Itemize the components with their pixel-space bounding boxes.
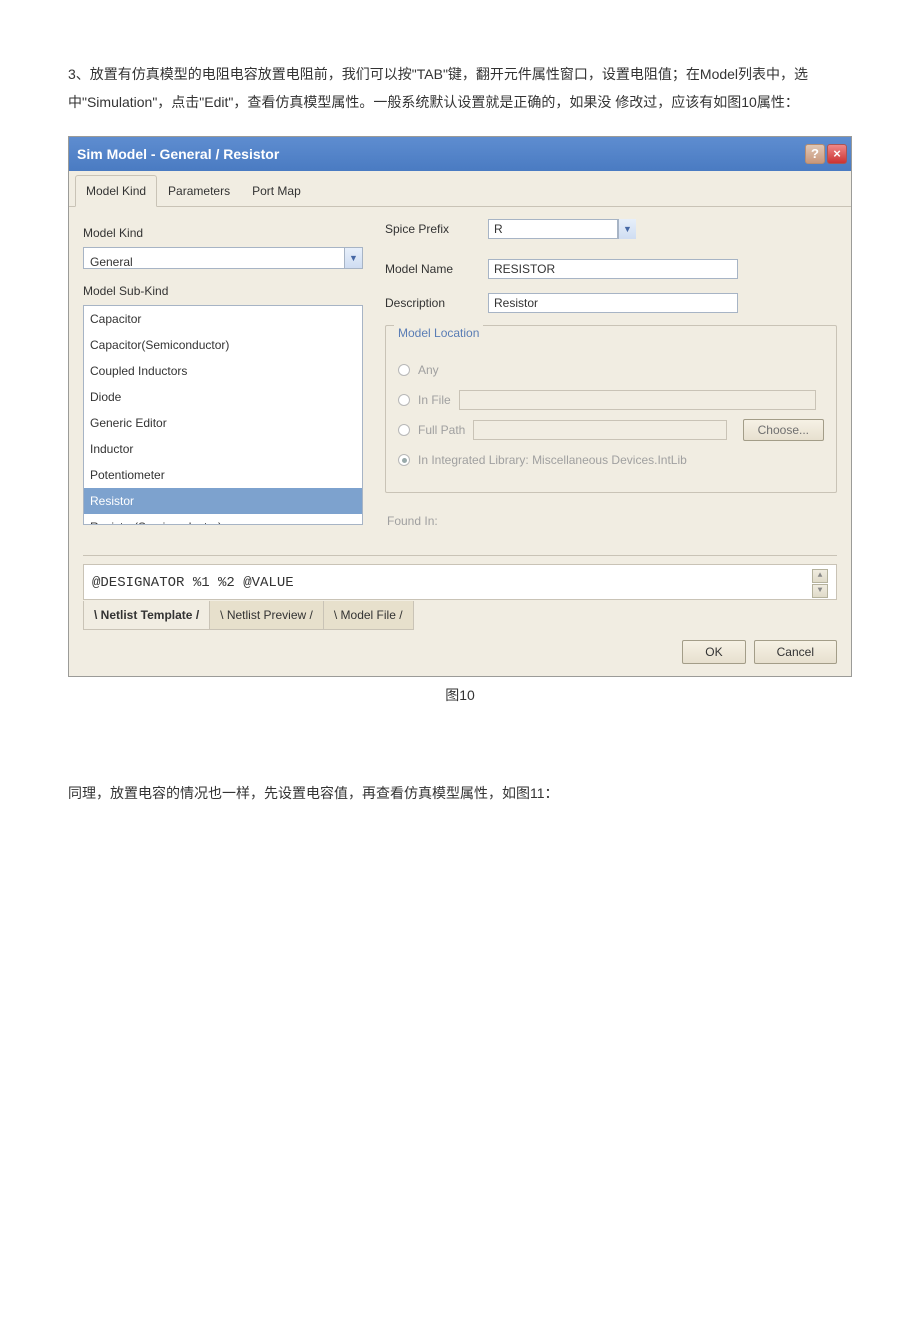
list-item[interactable]: Capacitor	[84, 306, 362, 332]
chevron-down-icon[interactable]: ▼	[344, 248, 362, 268]
tab-netlist-template[interactable]: \ Netlist Template /	[83, 601, 210, 630]
description-label: Description	[385, 291, 480, 315]
intro-paragraph: 3、放置有仿真模型的电阻电容放置电阻前，我们可以按"TAB"键，翻开元件属性窗口…	[68, 60, 852, 116]
list-item[interactable]: Capacitor(Semiconductor)	[84, 332, 362, 358]
scroll-down-icon[interactable]: ▼	[812, 584, 828, 598]
radio-in-file[interactable]	[398, 394, 410, 406]
list-item[interactable]: Potentiometer	[84, 462, 362, 488]
model-kind-value: General	[84, 248, 344, 268]
choose-button[interactable]: Choose...	[743, 419, 824, 441]
spice-prefix-label: Spice Prefix	[385, 217, 480, 241]
model-subkind-label: Model Sub-Kind	[83, 279, 363, 303]
radio-integrated[interactable]	[398, 454, 410, 466]
model-location-fieldset: Model Location Any In File Full Path	[385, 325, 837, 493]
dialog-title: Sim Model - General / Resistor	[77, 140, 279, 168]
radio-in-file-label: In File	[418, 388, 451, 412]
tab-parameters[interactable]: Parameters	[157, 175, 241, 206]
model-location-legend: Model Location	[394, 321, 483, 345]
list-item[interactable]: Inductor	[84, 436, 362, 462]
spice-prefix-input[interactable]	[488, 219, 618, 239]
radio-any-label: Any	[418, 358, 439, 382]
ok-button[interactable]: OK	[682, 640, 745, 664]
help-icon[interactable]: ?	[805, 144, 825, 164]
list-item[interactable]: Generic Editor	[84, 410, 362, 436]
found-in-value	[448, 511, 648, 531]
description-input[interactable]	[488, 293, 738, 313]
radio-any[interactable]	[398, 364, 410, 376]
radio-full-path-label: Full Path	[418, 418, 465, 442]
tab-model-file[interactable]: \ Model File /	[323, 601, 414, 630]
radio-full-path[interactable]	[398, 424, 410, 436]
model-name-label: Model Name	[385, 257, 480, 281]
list-item-selected[interactable]: Resistor	[84, 488, 362, 514]
figure-caption: 图10	[68, 681, 852, 709]
titlebar[interactable]: Sim Model - General / Resistor ? ×	[69, 137, 851, 171]
model-kind-select[interactable]: General ▼	[83, 247, 363, 269]
netlist-template-text: @DESIGNATOR %1 %2 @VALUE	[92, 569, 294, 597]
full-path-input	[473, 420, 726, 440]
found-in-label: Found In:	[387, 509, 438, 533]
cancel-button[interactable]: Cancel	[754, 640, 837, 664]
closing-paragraph: 同理，放置电容的情况也一样，先设置电容值，再查看仿真模型属性，如图11：	[68, 779, 852, 807]
radio-integrated-label: In Integrated Library: Miscellaneous Dev…	[418, 448, 687, 472]
list-item[interactable]: Resistor(Semiconductor)	[84, 514, 362, 525]
tab-row: Model Kind Parameters Port Map	[69, 171, 851, 207]
scroll-up-icon[interactable]: ▲	[812, 569, 828, 583]
tab-netlist-preview[interactable]: \ Netlist Preview /	[209, 601, 324, 630]
close-icon[interactable]: ×	[827, 144, 847, 164]
model-subkind-list[interactable]: Capacitor Capacitor(Semiconductor) Coupl…	[83, 305, 363, 525]
tab-model-kind[interactable]: Model Kind	[75, 175, 157, 207]
sim-model-dialog: Sim Model - General / Resistor ? × Model…	[68, 136, 852, 677]
model-kind-label: Model Kind	[83, 221, 363, 245]
list-item[interactable]: Coupled Inductors	[84, 358, 362, 384]
netlist-template-area[interactable]: @DESIGNATOR %1 %2 @VALUE ▲ ▼	[83, 564, 837, 600]
tab-port-map[interactable]: Port Map	[241, 175, 312, 206]
in-file-input	[459, 390, 816, 410]
chevron-down-icon[interactable]: ▼	[618, 219, 636, 239]
list-item[interactable]: Diode	[84, 384, 362, 410]
model-name-input[interactable]	[488, 259, 738, 279]
